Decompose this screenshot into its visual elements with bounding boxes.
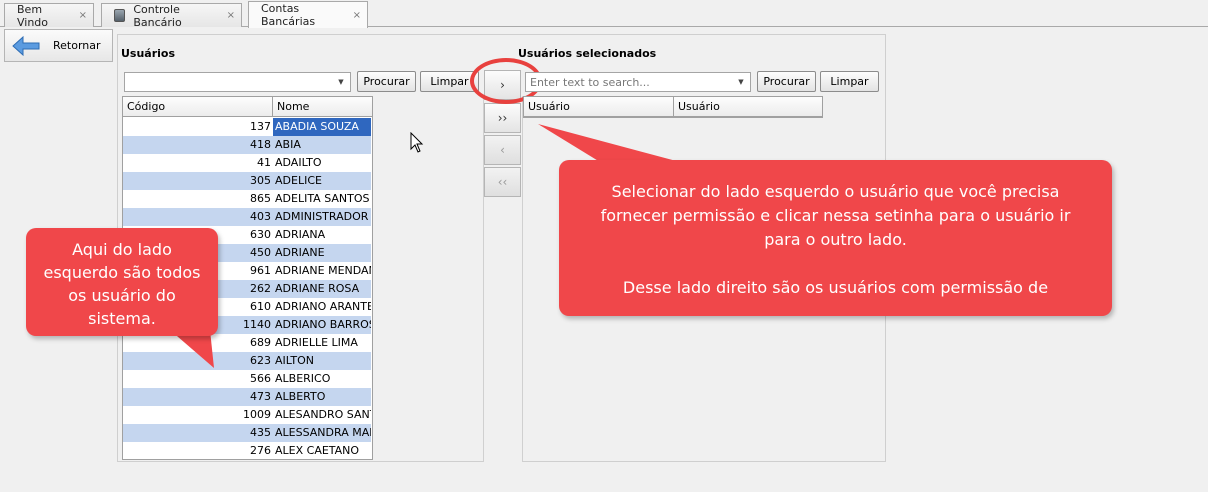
callout-spacer [559, 252, 1112, 276]
left-callout: Aqui do lado esquerdo são todos os usuár… [26, 228, 218, 336]
callout-line: Selecionar do lado esquerdo o usuário qu… [611, 182, 1060, 201]
close-icon[interactable]: × [353, 10, 361, 21]
callout-line: Desse lado direito são os usuários com p… [622, 278, 1049, 297]
callout-line: para o outro lado. [764, 230, 907, 249]
tab-contas-bancarias[interactable]: Contas Bancárias × [248, 1, 368, 28]
callout-line: os usuário do [68, 286, 176, 305]
callout-line: fornecer permissão e clicar nessa setinh… [600, 206, 1071, 225]
callout-line: sistema. [88, 309, 156, 328]
right-callout: Selecionar do lado esquerdo o usuário qu… [559, 160, 1112, 316]
tab-label: Contas Bancárias [261, 2, 316, 28]
callout-line: esquerdo são todos [43, 263, 201, 282]
callout-line: Aqui do lado [72, 240, 172, 259]
